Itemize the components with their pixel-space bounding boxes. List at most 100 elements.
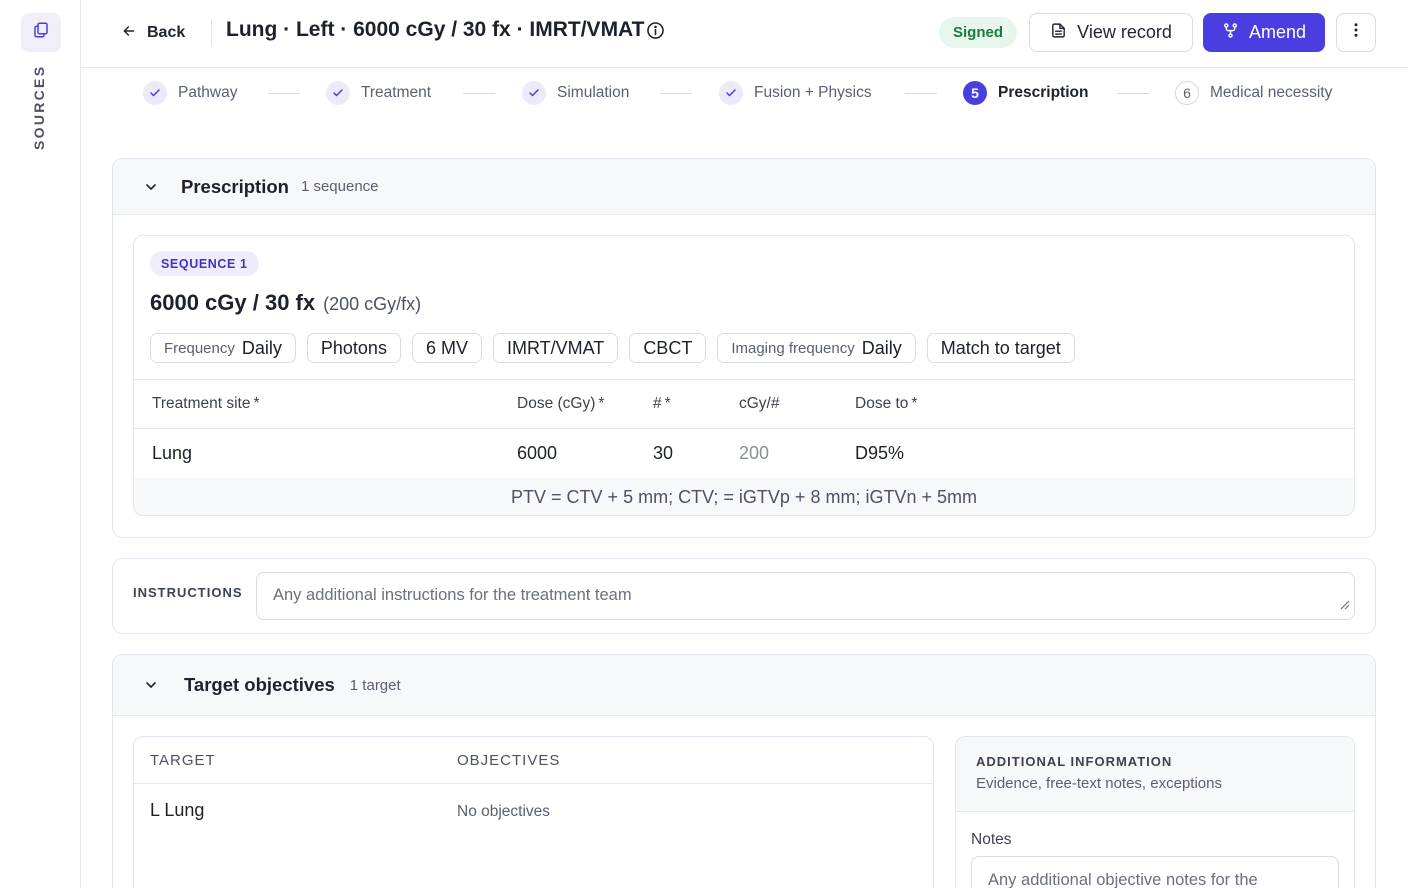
step-separator [463,93,495,94]
col-label: Treatment site [152,395,251,412]
prescription-card: Prescription 1 sequence SEQUENCE 1 6000 … [112,158,1376,538]
back-button[interactable]: Back [121,19,185,47]
instructions-input[interactable]: Any additional instructions for the trea… [256,572,1355,620]
technique-chip: IMRT/VMAT [492,333,619,363]
notes-label: Notes [971,831,1012,848]
additional-info-header: ADDITIONAL INFORMATION Evidence, free-te… [956,737,1354,812]
step-pathway[interactable]: Pathway [143,80,237,106]
sources-label[interactable]: SOURCES [31,65,47,150]
cell-dose[interactable]: 6000 [517,443,557,464]
table-row[interactable]: Lung 6000 30 200 D95% [134,429,1354,478]
target-objectives-title: Target objectives [184,674,335,695]
col-fractions: # * [653,395,671,413]
more-vertical-icon [1347,21,1365,44]
cell-site[interactable]: Lung [152,443,192,464]
step-prescription[interactable]: 5 Prescription [963,80,1088,106]
step-label: Simulation [557,84,630,101]
cell-objectives: No objectives [457,803,551,820]
cell-target: L Lung [150,800,205,820]
sequence-badge: SEQUENCE 1 [150,251,259,276]
step-fusion-physics[interactable]: Fusion + Physics [719,80,872,106]
sources-button[interactable] [21,13,61,52]
col-label: # [653,395,662,412]
cell-per-fraction: 200 [739,443,770,463]
arrow-left-icon [121,23,137,44]
sources-sidebar: SOURCES [0,0,81,888]
prescription-header[interactable]: Prescription 1 sequence [113,159,1375,215]
info-icon[interactable] [646,21,665,45]
frequency-chip: Frequency Daily [150,333,296,363]
col-label: Dose (cGy) [517,395,596,412]
chip-value: Daily [241,337,282,358]
view-record-button[interactable]: View record [1029,13,1193,52]
col-dose: Dose (cGy) * [517,395,604,413]
col-treatment-site: Treatment site * [152,395,260,413]
check-icon [719,81,743,105]
more-options-button[interactable] [1336,13,1376,52]
check-icon [143,81,167,105]
copy-icon [32,21,50,44]
amend-label: Amend [1248,22,1307,42]
sequence-panel: SEQUENCE 1 6000 cGy / 30 fx (200 cGy/fx) … [133,235,1355,516]
required-marker: * [598,395,605,412]
required-marker: * [253,395,260,412]
step-label: Fusion + Physics [754,84,872,101]
required-marker: * [664,395,671,412]
additional-info-title: ADDITIONAL INFORMATION [976,754,1173,769]
col-target: TARGET [150,752,216,769]
step-separator [268,93,300,94]
chip-key: Imaging frequency [731,339,855,357]
target-table: TARGET OBJECTIVES L Lung No objectives [133,736,934,888]
cell-fractions[interactable]: 30 [653,443,673,464]
step-simulation[interactable]: Simulation [522,80,629,106]
header-divider [211,20,212,46]
col-objectives: OBJECTIVES [457,752,561,769]
resize-handle-icon[interactable] [1340,596,1350,615]
chevron-down-icon[interactable] [143,179,159,195]
instructions-placeholder: Any additional instructions for the trea… [273,586,632,604]
instructions-label: INSTRUCTIONS [133,585,243,600]
step-treatment[interactable]: Treatment [326,80,431,106]
energy-chip: 6 MV [411,333,482,363]
col-per-fraction: cGy/# [739,395,780,412]
dose-rate: (200 cGy/fx) [323,294,422,314]
step-label: Pathway [178,84,238,101]
back-label: Back [147,24,186,41]
branch-icon [1222,22,1239,44]
check-icon [326,81,350,105]
notes-placeholder: Any additional objective notes for the [988,871,1258,888]
step-label: Treatment [361,84,432,101]
view-record-label: View record [1077,22,1172,42]
step-separator [905,93,937,94]
dose-title: 6000 cGy / 30 fx (200 cGy/fx) [150,290,421,316]
step-number: 5 [963,81,987,105]
chip-key: Frequency [164,339,235,357]
sequence-chips: Frequency Daily Photons 6 MV IMRT/VMAT C… [150,333,1075,363]
chip-value: Daily [861,337,902,358]
col-label: Dose to [855,395,909,412]
target-objectives-card: Target objectives 1 target TARGET OBJECT… [112,654,1376,888]
imaging-chip: CBCT [629,333,707,363]
additional-info-subtitle: Evidence, free-text notes, exceptions [976,775,1222,792]
step-number: 6 [1175,81,1199,105]
page-header: Back Lung · Left · 6000 cGy / 30 fx · IM… [81,0,1408,68]
step-medical-necessity[interactable]: 6 Medical necessity [1175,80,1332,106]
dose-table-header: Treatment site * Dose (cGy) * # * cGy/# Dos… [134,379,1354,429]
target-table-header: TARGET OBJECTIVES [134,737,933,784]
dose-summary: 6000 cGy / 30 fx [150,290,316,315]
page-title: Lung · Left · 6000 cGy / 30 fx · IMRT/VM… [226,18,645,41]
instructions-card: INSTRUCTIONS Any additional instructions… [112,558,1376,634]
status-badge: Signed [939,17,1018,48]
step-separator [660,93,692,94]
notes-input[interactable]: Any additional objective notes for the [971,856,1339,888]
target-objectives-header[interactable]: Target objectives 1 target [113,655,1375,716]
cell-dose-to[interactable]: D95% [855,443,904,464]
step-label: Prescription [998,84,1089,101]
chevron-down-icon[interactable] [143,677,159,693]
sequence-count: 1 sequence [300,178,379,195]
additional-info-panel: ADDITIONAL INFORMATION Evidence, free-te… [955,736,1355,888]
amend-button[interactable]: Amend [1203,13,1325,52]
modality-chip: Photons [306,333,401,363]
target-count: 1 target [349,676,401,694]
document-icon [1050,22,1067,44]
